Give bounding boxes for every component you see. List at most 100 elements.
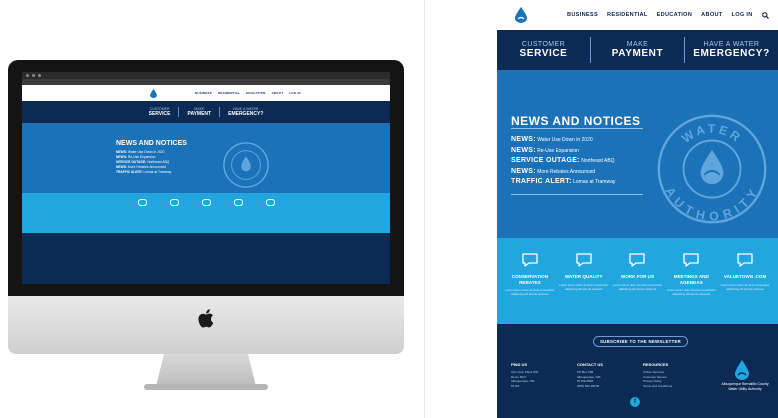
badge-top-text: WATER <box>679 122 742 146</box>
quick-link-work-for-us[interactable]: WORK FOR US Lorem ipsum dolor sit amet c… <box>612 252 662 324</box>
apple-logo-icon <box>198 309 214 328</box>
mini-cta-customer-service[interactable]: CUSTOMER SERVICE <box>141 107 180 117</box>
footer-col-heading: RESOURCES <box>643 362 669 367</box>
quick-link-title: WATER QUALITY <box>564 274 603 279</box>
chat-bubble-icon <box>137 199 147 206</box>
imac-stand-foot <box>144 384 268 390</box>
quick-link-valuetown[interactable]: VALUETOWN .COM Lorem ipsum dolor sit ame… <box>720 252 770 324</box>
stage: BUSINESS RESIDENTIAL EDUCATION ABOUT LOG… <box>0 0 778 418</box>
news-title: NEWS AND NOTICES <box>511 114 641 128</box>
quick-link-title: MEETINGS AND AGENDAS <box>673 274 709 285</box>
mini-nav-link[interactable]: ABOUT <box>272 91 284 95</box>
mini-cta-big: EMERGENCY? <box>228 111 264 117</box>
search-icon[interactable] <box>761 11 769 19</box>
mini-icon-item[interactable] <box>229 199 247 233</box>
chat-bubble-icon <box>169 199 179 206</box>
subscribe-newsletter-button[interactable]: SUBSCRIBE TO THE NEWSLETTER <box>593 336 689 347</box>
mini-icon-item[interactable] <box>197 199 215 233</box>
news-item[interactable]: NEWS: Re-Use Expansion <box>511 146 615 157</box>
mini-nav-link[interactable]: RESIDENTIAL <box>218 91 240 95</box>
news-list: NEWS: Water Use Down in 2020 NEWS: Re-Us… <box>511 135 615 188</box>
cta-make-payment[interactable]: MAKE PAYMENT <box>591 37 685 63</box>
mini-news-line[interactable]: TRAFFIC ALERT: Lomas at Tramway <box>116 170 187 175</box>
footer-col-heading: CONTACT US <box>577 362 603 367</box>
chat-bubble-icon <box>233 199 243 206</box>
mini-icon-item[interactable] <box>261 199 279 233</box>
quick-links-band: CONSERVATION REBATES Lorem ipsum dolor s… <box>497 238 778 324</box>
news-title-rule <box>511 128 643 129</box>
quick-link-title: VALUETOWN .COM <box>723 274 767 279</box>
quick-link-water-quality[interactable]: WATER QUALITY Lorem ipsum dolor sit amet… <box>559 252 609 324</box>
footer-col-contact-us: CONTACT US PO Box 568 Albuquerque, NM 87… <box>577 362 603 388</box>
mini-site-nav: BUSINESS RESIDENTIAL EDUCATION ABOUT LOG… <box>22 85 390 101</box>
mini-cta-emergency[interactable]: HAVE A WATER EMERGENCY? <box>220 107 271 117</box>
water-authority-badge-icon: WATER AUTHORITY <box>657 114 767 224</box>
chat-bubble-icon <box>629 253 646 267</box>
quick-link-desc: Lorem ipsum dolor sit amet consectetur a… <box>666 288 716 296</box>
cta-customer-service[interactable]: CUSTOMER SERVICE <box>497 37 591 63</box>
news-bottom-rule <box>511 194 643 195</box>
mini-news-title: NEWS AND NOTICES <box>116 140 187 147</box>
mini-nav-link[interactable]: EDUCATION <box>246 91 265 95</box>
window-minimize-dot[interactable] <box>32 74 35 77</box>
imac-stand-neck <box>156 354 256 386</box>
cta-bar: CUSTOMER SERVICE MAKE PAYMENT HAVE A WAT… <box>497 30 778 70</box>
quick-link-desc: Lorem ipsum dolor sit amet consectetur a… <box>505 288 555 296</box>
footer-col-resources: RESOURCES Online Services Customer Servi… <box>643 362 672 388</box>
quick-link-title: WORK FOR US <box>620 274 655 279</box>
water-drop-logo-icon[interactable] <box>150 88 157 98</box>
cta-water-emergency[interactable]: HAVE A WATER EMERGENCY? <box>685 37 778 63</box>
website-page: BUSINESS RESIDENTIAL EDUCATION ABOUT LOG… <box>497 0 778 418</box>
chat-bubble-icon <box>683 253 699 267</box>
mini-icon-item[interactable] <box>165 199 183 233</box>
mini-nav-links: BUSINESS RESIDENTIAL EDUCATION ABOUT LOG… <box>195 91 301 95</box>
mini-news: NEWS AND NOTICES NEWS: Water Use Down in… <box>116 140 187 175</box>
nav-links: BUSINESS RESIDENTIAL EDUCATION ABOUT LOG… <box>567 11 769 19</box>
hero-news: NEWS AND NOTICES NEWS: Water Use Down in… <box>497 70 778 238</box>
news-item[interactable]: SERVICE OUTAGE: Northeast ABQ <box>511 156 615 167</box>
footer-link[interactable]: Terms and Conditions <box>643 384 672 389</box>
mini-cta-make-payment[interactable]: MAKE PAYMENT <box>179 107 221 117</box>
mini-footer <box>22 233 390 284</box>
chat-bubble-icon <box>522 253 538 267</box>
quick-link-desc: Lorem ipsum dolor sit amet consectetur a… <box>559 282 609 291</box>
cta-small-label: HAVE A WATER <box>703 41 760 48</box>
mini-cta-big: SERVICE <box>148 111 171 117</box>
water-drop-logo-icon[interactable] <box>515 7 527 23</box>
facebook-icon[interactable]: f <box>630 397 640 407</box>
svg-text:AUTHORITY: AUTHORITY <box>662 185 761 224</box>
footer-line: One Civic Plaza NW <box>511 370 539 374</box>
cta-big-label: SERVICE <box>519 48 568 59</box>
water-authority-badge-icon <box>223 142 269 188</box>
footer-org-name: Albuquerque Bernalillo County Water Util… <box>721 382 769 391</box>
mini-nav-link[interactable]: LOG IN <box>289 91 301 95</box>
mini-cta-bar: CUSTOMER SERVICE MAKE PAYMENT HAVE A WATER… <box>22 101 390 123</box>
news-item[interactable]: NEWS: More Rebates Announced <box>511 167 615 178</box>
quick-link-title: CONSERVATION REBATES <box>511 274 549 285</box>
chat-bubble-icon <box>737 253 753 267</box>
divider <box>424 0 425 418</box>
news-item[interactable]: TRAFFIC ALERT: Lomas at Tramway <box>511 177 615 188</box>
quick-link-desc: Lorem ipsum dolor sit amet consectetur a… <box>720 282 770 291</box>
browser-titlebar <box>22 72 390 79</box>
mini-icon-item[interactable] <box>133 199 151 233</box>
mini-nav-link[interactable]: BUSINESS <box>195 91 212 95</box>
chat-bubble-icon <box>201 199 211 206</box>
chat-bubble-icon <box>265 199 275 206</box>
quick-link-conservation-rebates[interactable]: CONSERVATION REBATES Lorem ipsum dolor s… <box>505 252 555 324</box>
nav-link-business[interactable]: BUSINESS <box>567 12 598 18</box>
mini-hero: NEWS AND NOTICES NEWS: Water Use Down in… <box>22 123 390 193</box>
nav-link-about[interactable]: ABOUT <box>701 12 722 18</box>
nav-link-residential[interactable]: RESIDENTIAL <box>607 12 648 18</box>
svg-text:WATER: WATER <box>679 122 745 146</box>
footer-col-find-us: FIND US One Civic Plaza NW Room 5027 Alb… <box>511 362 538 388</box>
nav-link-education[interactable]: EDUCATION <box>657 12 693 18</box>
window-close-dot[interactable] <box>26 74 29 77</box>
window-zoom-dot[interactable] <box>38 74 41 77</box>
nav-link-log-in[interactable]: LOG IN <box>732 12 753 18</box>
mini-icons-band <box>22 193 390 233</box>
cta-small-label: MAKE <box>626 41 649 48</box>
water-drop-logo-icon <box>735 360 749 380</box>
news-item[interactable]: NEWS: Water Use Down in 2020 <box>511 135 615 146</box>
quick-link-meetings-agendas[interactable]: MEETINGS AND AGENDAS Lorem ipsum dolor s… <box>666 252 716 324</box>
